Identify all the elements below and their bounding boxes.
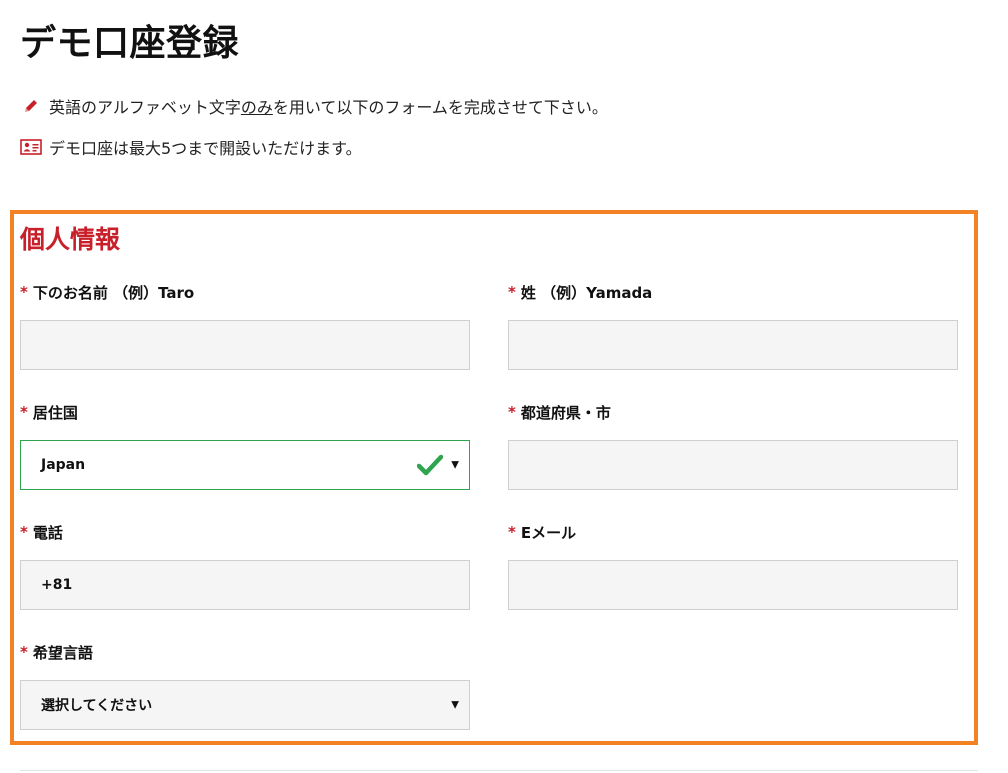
page-title: デモ口座登録 (20, 23, 240, 64)
email-input[interactable] (508, 560, 958, 610)
country-select-value: Japan (41, 457, 86, 473)
required-mark: * (20, 403, 28, 421)
city-label: * 都道府県・市 (508, 403, 611, 422)
language-label: * 希望言語 (20, 643, 93, 662)
required-mark: * (20, 523, 28, 541)
required-mark: * (508, 403, 516, 421)
personal-info-section: 個人情報 * 下のお名前 （例）Taro * 姓 （例）Yamada * 居住国… (10, 210, 978, 745)
country-label: * 居住国 (20, 403, 78, 422)
country-field-group: * 居住国 Japan ▼ (20, 401, 470, 490)
first-name-field-group: * 下のお名前 （例）Taro (20, 281, 470, 370)
checkmark-icon (416, 454, 444, 476)
email-label: * Eメール (508, 523, 577, 542)
language-select[interactable]: 選択してください ▼ (20, 680, 470, 730)
note-text: 英語のアルファベット文字のみを用いて以下のフォームを完成させて下さい。 (49, 98, 608, 117)
language-select-value: 選択してください (41, 698, 153, 714)
city-field-group: * 都道府県・市 (508, 401, 958, 490)
instructions: 英語のアルファベット文字のみを用いて以下のフォームを完成させて下さい。 デモ口座… (20, 94, 608, 176)
page: デモ口座登録 英語のアルファベット文字のみを用いて以下のフォームを完成させて下さ… (0, 0, 1008, 773)
last-name-label: * 姓 （例）Yamada (508, 283, 653, 302)
email-field-group: * Eメール (508, 521, 958, 610)
last-name-input[interactable] (508, 320, 958, 370)
required-mark: * (508, 283, 516, 301)
note-max-accounts: デモ口座は最大5つまで開設いただけます。 (20, 135, 608, 159)
language-field-group: * 希望言語 選択してください ▼ (20, 641, 470, 730)
required-mark: * (20, 643, 28, 661)
phone-label: * 電話 (20, 523, 63, 542)
dropdown-arrow-icon: ▼ (451, 699, 459, 711)
required-mark: * (508, 523, 516, 541)
phone-field-group: * 電話 +81 (20, 521, 470, 610)
first-name-label: * 下のお名前 （例）Taro (20, 283, 195, 302)
required-mark: * (20, 283, 28, 301)
pencil-icon (20, 95, 42, 117)
section-title: 個人情報 (20, 225, 121, 254)
last-name-field-group: * 姓 （例）Yamada (508, 281, 958, 370)
city-input[interactable] (508, 440, 958, 490)
note-text: デモ口座は最大5つまで開設いただけます。 (49, 139, 362, 158)
dropdown-arrow-icon: ▼ (451, 459, 459, 471)
phone-input[interactable]: +81 (20, 560, 470, 610)
note-alphabet-only: 英語のアルファベット文字のみを用いて以下のフォームを完成させて下さい。 (20, 94, 608, 118)
id-card-icon (20, 136, 42, 158)
first-name-input[interactable] (20, 320, 470, 370)
country-select[interactable]: Japan ▼ (20, 440, 470, 490)
divider (20, 770, 978, 771)
